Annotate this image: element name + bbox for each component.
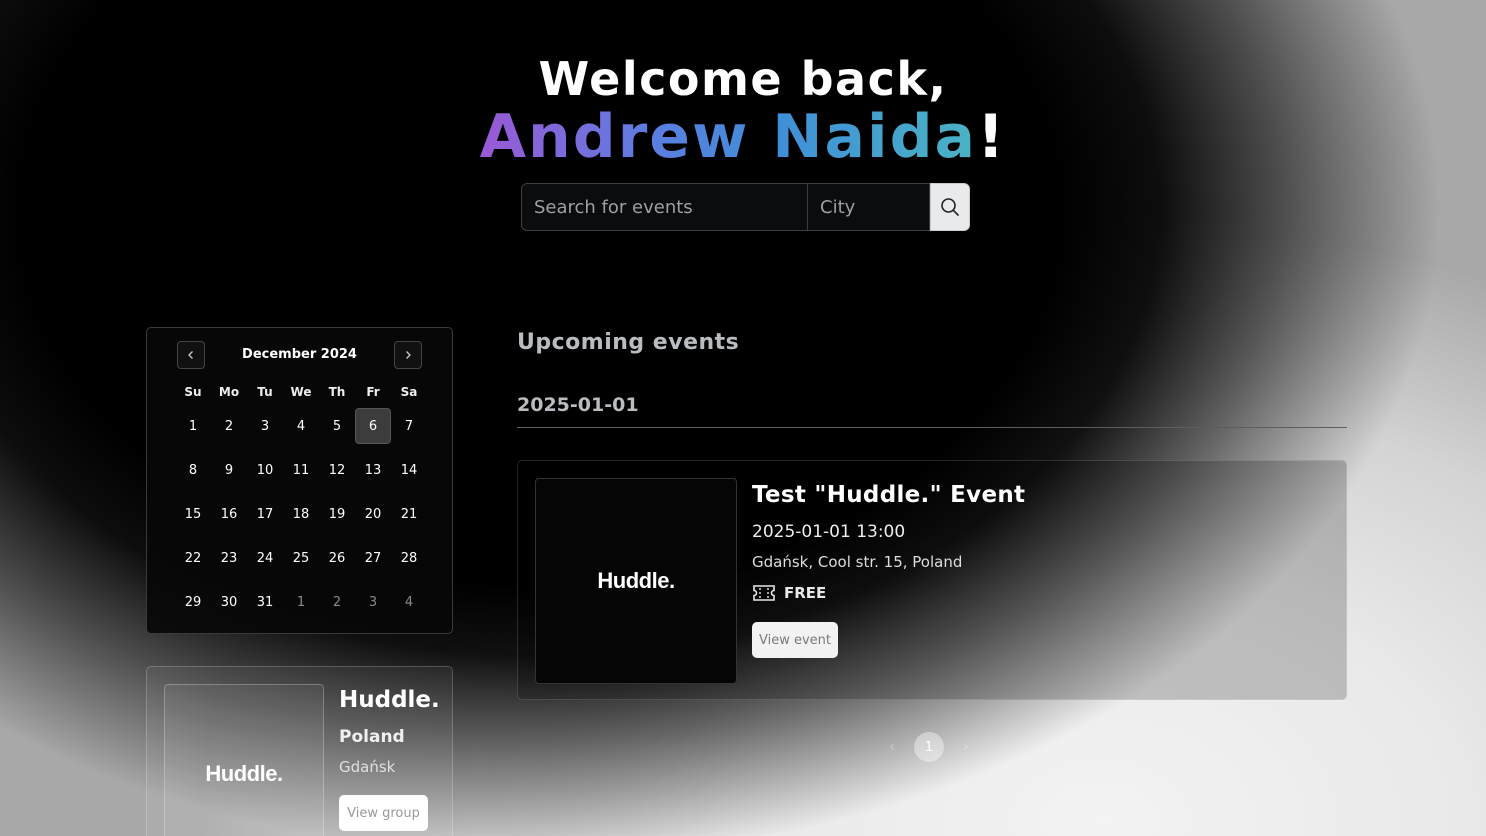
upcoming-events-title: Upcoming events [517, 330, 740, 355]
huddle-logo: Huddle. [597, 568, 675, 593]
weekday-label: Tu [257, 385, 273, 399]
calendar-day[interactable]: 10 [247, 448, 283, 492]
calendar-day[interactable]: 27 [355, 536, 391, 580]
date-divider [517, 427, 1347, 428]
welcome-hero: Welcome back, Andrew Naida! [0, 52, 1486, 168]
pagination-prev-button[interactable]: ‹ [884, 739, 900, 755]
calendar-day[interactable]: 20 [355, 492, 391, 536]
calendar-day[interactable]: 15 [175, 492, 211, 536]
welcome-greeting: Welcome back, [538, 52, 948, 106]
calendar-day[interactable]: 1 [175, 404, 211, 448]
calendar-week: 22 23 24 25 26 27 28 [175, 536, 427, 580]
search-bar [521, 183, 970, 231]
calendar-day[interactable]: 9 [211, 448, 247, 492]
calendar-week: 1 2 3 4 5 6 7 [175, 404, 427, 448]
weekday-label: Fr [366, 385, 380, 399]
user-name: Andrew Naida [479, 102, 978, 172]
city-input[interactable] [808, 183, 930, 231]
pagination: ‹ 1 › [884, 732, 974, 762]
calendar-day-outside[interactable]: 1 [283, 580, 319, 624]
view-event-button[interactable]: View event [752, 622, 838, 658]
calendar-day[interactable]: 28 [391, 536, 427, 580]
calendar-weekdays: Su Mo Tu We Th Fr Sa [175, 380, 427, 404]
calendar-day[interactable]: 12 [319, 448, 355, 492]
calendar-day[interactable]: 24 [247, 536, 283, 580]
weekday-label: Sa [400, 385, 418, 399]
calendar-day[interactable]: 16 [211, 492, 247, 536]
weekday-label: Th [328, 385, 346, 399]
calendar-day[interactable]: 13 [355, 448, 391, 492]
calendar-day[interactable]: 2 [211, 404, 247, 448]
event-thumbnail: Huddle. [535, 478, 737, 684]
calendar-next-button[interactable] [394, 341, 422, 369]
calendar-day[interactable]: 8 [175, 448, 211, 492]
event-card: Huddle. Test "Huddle." Event 2025-01-01 … [517, 460, 1347, 700]
group-thumbnail: Huddle. [164, 684, 324, 836]
calendar-day[interactable]: 14 [391, 448, 427, 492]
calendar-day[interactable]: 11 [283, 448, 319, 492]
calendar-day[interactable]: 30 [211, 580, 247, 624]
calendar-header: December 2024 [177, 341, 422, 369]
calendar-day[interactable]: 22 [175, 536, 211, 580]
calendar-day[interactable]: 7 [391, 404, 427, 448]
calendar-day[interactable]: 3 [247, 404, 283, 448]
group-name: Huddle. [339, 687, 440, 713]
calendar-month-label: December 2024 [242, 347, 357, 362]
welcome-user-line: Andrew Naida! [0, 106, 1486, 168]
weekday-label: Su [184, 385, 202, 399]
pagination-next-button[interactable]: › [958, 739, 974, 755]
weekday-label: Mo [218, 385, 240, 399]
calendar-day[interactable]: 4 [283, 404, 319, 448]
event-datetime: 2025-01-01 13:00 [752, 522, 906, 542]
group-city: Gdańsk [339, 758, 396, 776]
calendar-day[interactable]: 25 [283, 536, 319, 580]
calendar-grid: Su Mo Tu We Th Fr Sa 1 2 3 4 5 6 7 8 9 1… [175, 380, 427, 624]
group-country: Poland [339, 727, 405, 747]
event-search-input[interactable] [521, 183, 808, 231]
pagination-page-1[interactable]: 1 [914, 732, 944, 762]
calendar-day[interactable]: 23 [211, 536, 247, 580]
huddle-logo: Huddle. [205, 761, 283, 786]
calendar-week: 8 9 10 11 12 13 14 [175, 448, 427, 492]
calendar-day[interactable]: 18 [283, 492, 319, 536]
event-price: FREE [752, 584, 826, 602]
calendar-day-outside[interactable]: 3 [355, 580, 391, 624]
calendar-day-outside[interactable]: 4 [391, 580, 427, 624]
welcome-exclamation: ! [977, 102, 1007, 172]
calendar-day-selected[interactable]: 6 [355, 404, 391, 448]
page: Welcome back, Andrew Naida! December 202… [0, 0, 1486, 836]
chevron-right-icon [406, 351, 411, 359]
calendar: December 2024 Su Mo Tu We Th Fr Sa 1 2 3 [146, 327, 453, 634]
event-date-heading: 2025-01-01 [517, 394, 639, 416]
calendar-day[interactable]: 19 [319, 492, 355, 536]
search-button[interactable] [930, 183, 970, 231]
calendar-day[interactable]: 31 [247, 580, 283, 624]
calendar-day[interactable]: 26 [319, 536, 355, 580]
calendar-day[interactable]: 21 [391, 492, 427, 536]
calendar-day-outside[interactable]: 2 [319, 580, 355, 624]
calendar-day[interactable]: 5 [319, 404, 355, 448]
view-group-button[interactable]: View group [339, 795, 428, 831]
calendar-day[interactable]: 29 [175, 580, 211, 624]
event-title: Test "Huddle." Event [752, 482, 1026, 508]
calendar-week: 29 30 31 1 2 3 4 [175, 580, 427, 624]
group-card: Huddle. Huddle. Poland Gdańsk View group [146, 666, 453, 836]
calendar-day[interactable]: 17 [247, 492, 283, 536]
event-price-label: FREE [784, 584, 827, 602]
calendar-week: 15 16 17 18 19 20 21 [175, 492, 427, 536]
search-icon [941, 198, 959, 216]
event-location: Gdańsk, Cool str. 15, Poland [752, 553, 963, 571]
weekday-label: We [290, 385, 312, 399]
ticket-icon [753, 585, 775, 601]
